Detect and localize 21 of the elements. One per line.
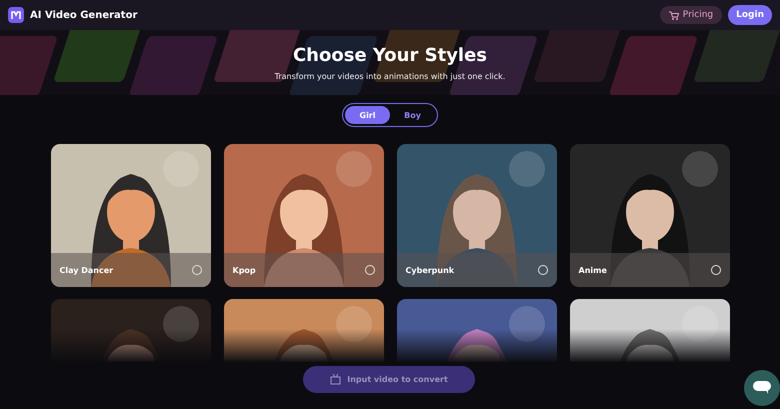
toggle-option[interactable]: Boy xyxy=(390,106,435,124)
radio-button[interactable] xyxy=(192,265,202,275)
page-subtitle: Transform your videos into animations with just one click. xyxy=(274,72,506,80)
tv-icon xyxy=(330,374,342,385)
toggle-option[interactable]: Girl xyxy=(345,106,390,124)
style-label: Kpop xyxy=(232,266,256,274)
style-label: Anime xyxy=(578,266,607,274)
radio-button[interactable] xyxy=(538,265,548,275)
convert-button[interactable]: Input video to convert xyxy=(303,366,475,393)
chat-icon xyxy=(753,381,771,395)
logo-icon xyxy=(8,7,24,23)
style-label: Clay Dancer xyxy=(60,266,114,274)
radio-button[interactable] xyxy=(710,265,720,275)
login-button[interactable]: Login xyxy=(728,5,772,25)
chat-button[interactable] xyxy=(744,370,780,406)
app-title: AI Video Generator xyxy=(30,10,138,20)
style-label: Cyberpunk xyxy=(406,266,454,274)
page-heading: Choose Your Styles xyxy=(292,44,488,66)
cart-icon xyxy=(668,10,679,20)
pricing-button[interactable]: Pricing xyxy=(660,6,722,24)
radio-button[interactable] xyxy=(364,265,374,275)
